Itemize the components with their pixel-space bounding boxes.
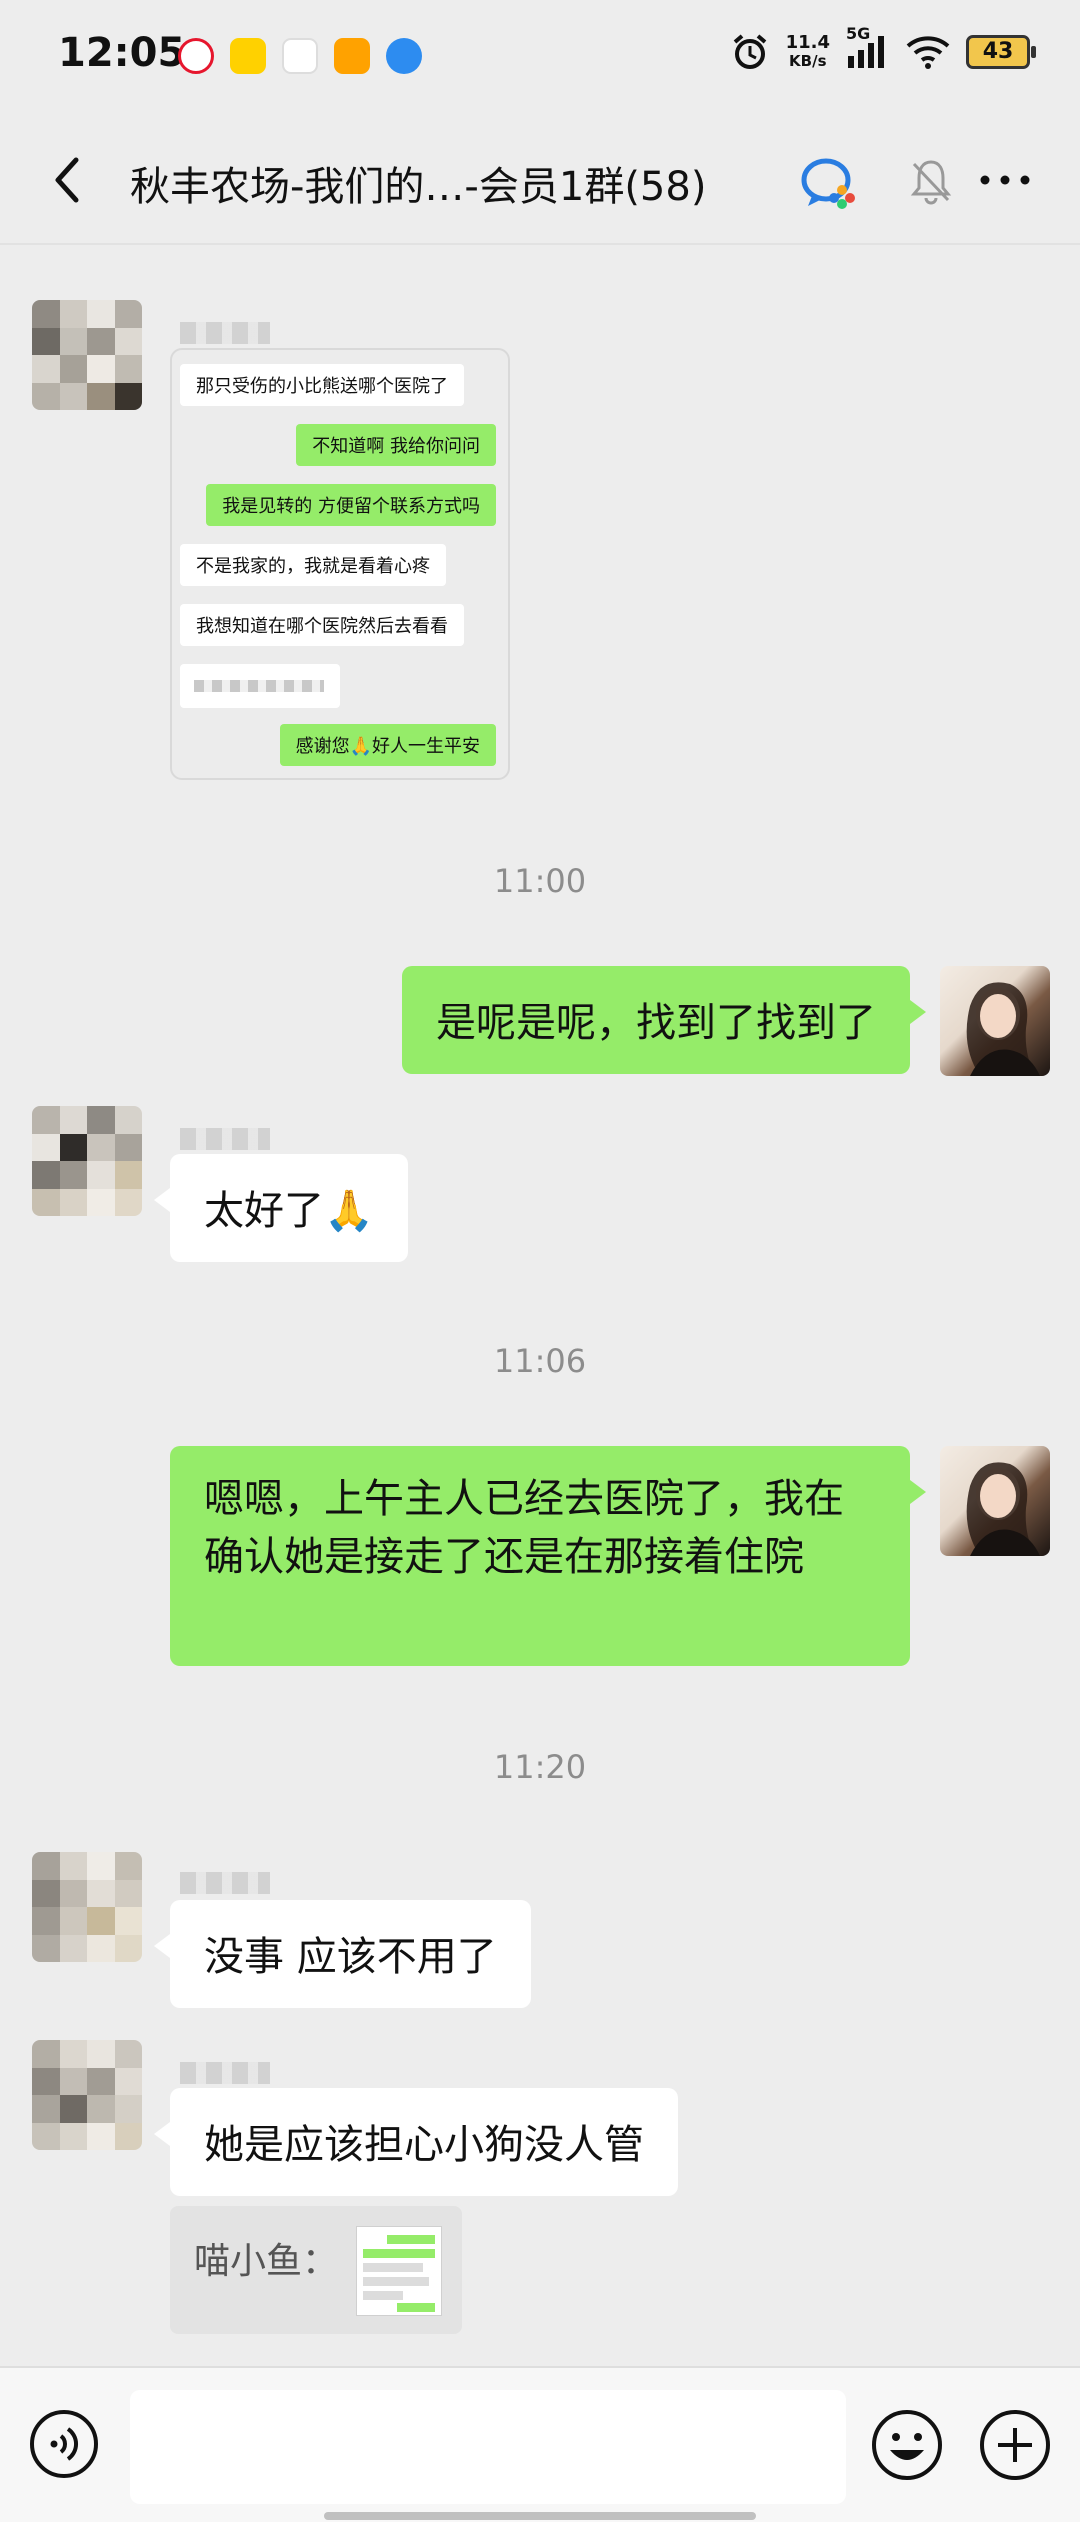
status-time: 12:05 <box>58 30 186 76</box>
mute-bell-icon <box>910 160 952 205</box>
avatar[interactable] <box>32 2040 142 2150</box>
network-speed-unit: KB/s <box>789 52 827 70</box>
network-type: 5G <box>846 24 871 43</box>
home-indicator[interactable] <box>324 2512 756 2520</box>
sender-nickname-redacted <box>180 322 270 344</box>
my-avatar[interactable] <box>940 966 1050 1076</box>
time-separator: 11:20 <box>493 1748 587 1786</box>
outgoing-message[interactable]: 是呢是呢，找到了找到了 <box>402 966 926 1074</box>
network-speed-value: 11.4 <box>785 32 830 53</box>
avatar[interactable] <box>32 300 142 410</box>
avatar[interactable] <box>32 1852 142 1962</box>
incoming-message[interactable]: 她是应该担心小狗没人管 <box>154 2088 678 2196</box>
chat-header: 秋丰农场-我们的…-会员1群(58) <box>0 120 1080 240</box>
header-divider <box>0 243 1080 245</box>
meituan-icon <box>230 38 266 74</box>
card-message: 那只受伤的小比熊送哪个医院了 <box>180 364 464 406</box>
input-bar <box>0 2366 1080 2522</box>
battery-indicator: 43 <box>966 35 1036 69</box>
maps-icon <box>282 38 318 74</box>
avatar[interactable] <box>32 1106 142 1216</box>
time-separator: 11:06 <box>493 1342 587 1380</box>
my-avatar[interactable] <box>940 1446 1050 1556</box>
voice-input-icon[interactable] <box>28 2408 100 2480</box>
quote-sender: 喵小鱼： <box>194 2241 339 2282</box>
flash-icon <box>386 38 422 74</box>
portrait-image <box>966 1462 1040 1556</box>
network-speed: 11.4 KB/s <box>785 32 830 71</box>
quote-thumbnail <box>356 2226 442 2316</box>
sender-nickname-redacted <box>180 1128 270 1150</box>
card-message: 我想知道在哪个医院然后去看看 <box>180 604 464 646</box>
sender-nickname-redacted <box>180 1872 270 1894</box>
card-message: 不知道啊 我给你问问 <box>296 424 496 466</box>
card-message: 感谢您🙏好人一生平安 <box>279 724 496 766</box>
card-message: 不是我家的，我就是看着心疼 <box>180 544 446 586</box>
notes-icon <box>334 38 370 74</box>
sender-nickname-redacted <box>180 2062 270 2084</box>
status-bar: 12:05 11.4 KB/s 5G 43 <box>0 0 1080 120</box>
incoming-message[interactable]: 没事 应该不用了 <box>154 1900 531 2008</box>
wifi-icon <box>906 36 950 69</box>
weibo-icon <box>178 38 214 74</box>
plus-more-icon[interactable] <box>978 2408 1052 2482</box>
signal-group: 5G <box>846 24 890 74</box>
wecom-group-icon[interactable] <box>798 154 858 210</box>
more-options-icon[interactable] <box>975 160 1035 200</box>
notification-icons <box>178 38 422 74</box>
status-right: 11.4 KB/s 5G 43 <box>730 24 1036 74</box>
back-arrow-icon[interactable] <box>40 150 100 210</box>
emoji-icon[interactable] <box>870 2408 944 2482</box>
portrait-image <box>966 982 1040 1076</box>
chat-title: 秋丰农场-我们的…-会员1群(58) <box>130 164 707 210</box>
card-message-redacted <box>180 664 340 708</box>
incoming-message[interactable]: 太好了🙏 <box>154 1154 408 1262</box>
alarm-icon <box>733 34 766 69</box>
card-message: 我是见转的 方便留个联系方式吗 <box>206 484 496 526</box>
message-input[interactable] <box>130 2390 846 2504</box>
forwarded-chat-screenshot[interactable]: 那只受伤的小比熊送哪个医院了 不知道啊 我给你问问 我是见转的 方便留个联系方式… <box>170 348 510 780</box>
outgoing-message[interactable]: 嗯嗯，上午主人已经去医院了，我在确认她是接走了还是在那接着住院 <box>170 1446 926 1666</box>
time-separator: 11:00 <box>493 862 587 900</box>
quoted-message[interactable]: 喵小鱼： <box>170 2206 462 2334</box>
